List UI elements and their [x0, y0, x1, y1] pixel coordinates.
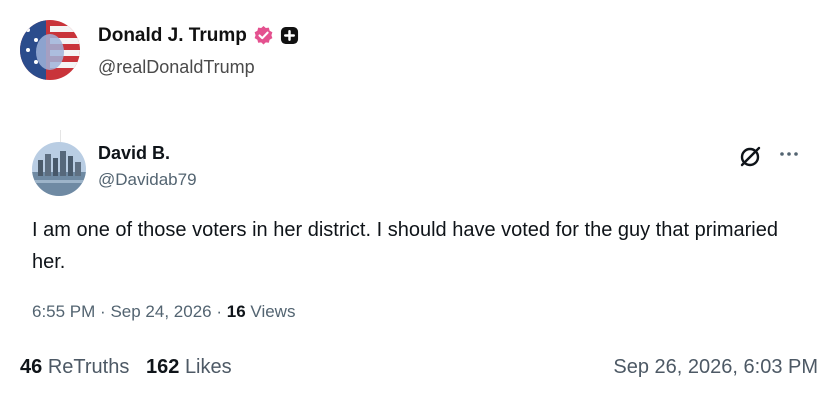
- retruths-stat[interactable]: 46 ReTruths: [20, 356, 129, 378]
- card-divider: [60, 130, 61, 142]
- more-options-icon[interactable]: [778, 144, 800, 164]
- quoted-views-count: 16: [226, 302, 246, 321]
- quoted-post-text: I am one of those voters in her district…: [32, 219, 778, 273]
- retruths-label: ReTruths: [47, 356, 130, 378]
- quoted-post-time[interactable]: 6:55 PM: [32, 302, 95, 321]
- grok-icon[interactable]: [738, 143, 764, 169]
- post-header: Donald J. Trump @realDonaldTrump: [20, 20, 299, 80]
- verified-badge-icon: [253, 25, 274, 46]
- likes-stat[interactable]: 162 Likes: [146, 356, 232, 378]
- quoted-post-meta: 6:55 PM · Sep 24, 2026 · 16 Views: [32, 302, 295, 322]
- post-stats: 46 ReTruths 162 Likes: [20, 356, 232, 379]
- quoted-display-name[interactable]: David B.: [98, 143, 170, 164]
- quoted-avatar[interactable]: [32, 142, 86, 196]
- author-handle[interactable]: @realDonaldTrump: [98, 57, 299, 78]
- plus-badge-icon: [280, 26, 299, 45]
- name-row: Donald J. Trump: [98, 23, 299, 49]
- post-timestamp[interactable]: Sep 26, 2026, 6:03 PM: [613, 356, 818, 379]
- quoted-handle[interactable]: @Davidab79: [98, 170, 197, 190]
- quoted-post-date[interactable]: Sep 24, 2026: [110, 302, 211, 321]
- likes-count: 162: [146, 356, 180, 378]
- author-block: Donald J. Trump @realDonaldTrump: [98, 23, 299, 78]
- retruths-count: 46: [20, 356, 43, 378]
- quoted-views-label: Views: [250, 302, 296, 321]
- likes-label: Likes: [184, 356, 232, 378]
- meta-separator: ·: [216, 302, 223, 321]
- author-display-name[interactable]: Donald J. Trump: [98, 25, 247, 47]
- author-avatar[interactable]: [20, 20, 80, 80]
- meta-separator: ·: [100, 302, 106, 321]
